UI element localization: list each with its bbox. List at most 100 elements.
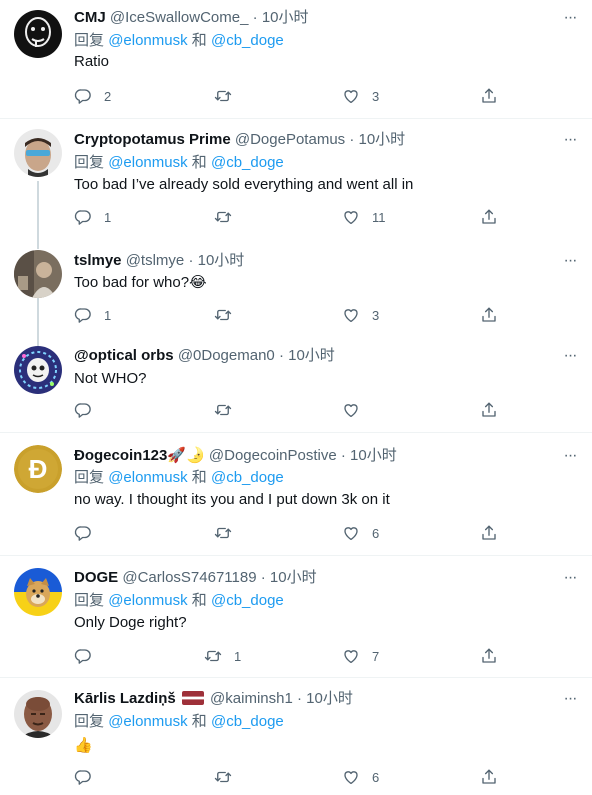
retweet-button[interactable] [214, 400, 244, 420]
conjunction: 和 [191, 469, 207, 486]
avatar[interactable] [14, 129, 62, 177]
more-icon[interactable]: ··· [560, 130, 580, 150]
like-button[interactable] [342, 400, 372, 420]
reply-button[interactable]: 2 [74, 86, 111, 106]
reply-button[interactable] [74, 400, 104, 420]
thread-line [37, 181, 39, 241]
timestamp[interactable]: 10小时 [270, 569, 317, 586]
retweet-button[interactable] [214, 207, 244, 227]
handle[interactable]: @DogePotamus [235, 131, 345, 148]
timestamp[interactable]: 10小时 [359, 131, 406, 148]
avatar[interactable]: Ð [14, 445, 62, 493]
mention-link[interactable]: @cb_doge [211, 713, 284, 730]
retweet-button[interactable]: 1 [204, 646, 241, 666]
share-button[interactable] [480, 86, 498, 106]
more-icon[interactable]: ··· [560, 446, 580, 466]
avatar[interactable] [14, 250, 62, 298]
handle[interactable]: @IceSwallowCome_ [110, 9, 249, 26]
mention-link[interactable]: @cb_doge [211, 469, 284, 486]
share-button[interactable] [480, 767, 498, 787]
like-count: 3 [372, 88, 380, 104]
reply-icon [74, 208, 92, 226]
retweet-icon [204, 647, 222, 665]
tweet[interactable]: DOGE @CarlosS74671189 · 10小时 ··· 回复 @elo… [0, 556, 592, 677]
tweet[interactable]: Cryptopotamus Prime @DogePotamus · 10小时 … [0, 119, 592, 241]
thread-line [37, 239, 39, 249]
reply-icon [74, 768, 92, 786]
display-name[interactable]: CMJ [74, 9, 106, 26]
reply-count: 2 [104, 88, 112, 104]
tweet[interactable]: Kārlis Lazdiņš @kaiminsh1 · 10小时 ··· 回复 … [0, 678, 592, 795]
handle[interactable]: @CarlosS74671189 [122, 569, 256, 586]
retweet-button[interactable] [214, 767, 244, 787]
mention-link[interactable]: @cb_doge [211, 32, 284, 49]
handle[interactable]: @tslmye [126, 252, 185, 269]
like-button[interactable]: 11 [342, 207, 386, 227]
reply-button[interactable]: 1 [74, 207, 111, 227]
handle[interactable]: @kaiminsh1 [210, 690, 293, 707]
timestamp[interactable]: 10小时 [198, 252, 245, 269]
more-icon[interactable]: ··· [560, 568, 580, 588]
replying-to: 回复 @elonmusk 和 @cb_doge [74, 591, 284, 611]
reply-button[interactable] [74, 767, 104, 787]
share-button[interactable] [480, 646, 498, 666]
share-icon [480, 87, 498, 105]
display-name[interactable]: Kārlis Lazdiņš [74, 690, 176, 707]
mention-link[interactable]: @elonmusk [108, 713, 187, 730]
reply-button[interactable] [74, 646, 104, 666]
reply-button[interactable]: 1 [74, 305, 111, 325]
mention-link[interactable]: @elonmusk [108, 154, 187, 171]
avatar[interactable] [14, 346, 62, 394]
more-icon[interactable]: ··· [560, 251, 580, 271]
more-icon[interactable]: ··· [560, 689, 580, 709]
retweet-button[interactable] [214, 305, 244, 325]
share-button[interactable] [480, 523, 498, 543]
tweet-text: Only Doge right? [74, 614, 187, 631]
avatar[interactable] [14, 568, 62, 616]
reply-button[interactable] [74, 523, 104, 543]
tweet[interactable]: tslmye @tslmye · 10小时 ··· Too bad for wh… [0, 239, 592, 336]
reply-icon [74, 306, 92, 324]
like-button[interactable]: 3 [342, 86, 379, 106]
retweet-button[interactable] [214, 86, 244, 106]
tweet[interactable]: CMJ @IceSwallowCome_ · 10小时 ··· 回复 @elon… [0, 0, 592, 118]
timestamp[interactable]: 10小时 [306, 690, 353, 707]
display-name[interactable]: DOGE [74, 569, 118, 586]
tweet[interactable]: Ð Ðogecoin123🚀🌛 @DogecoinPostive · 10小时 … [0, 433, 592, 555]
mention-link[interactable]: @elonmusk [108, 592, 187, 609]
timestamp[interactable]: 10小时 [288, 347, 335, 364]
tweet[interactable]: @optical orbs @0Dogeman0 · 10小时 ··· Not … [0, 336, 592, 432]
action-bar: 6 [74, 767, 504, 787]
display-name[interactable]: Cryptopotamus Prime [74, 131, 231, 148]
avatar[interactable] [14, 690, 62, 738]
more-icon[interactable]: ··· [560, 346, 580, 366]
more-icon[interactable]: ··· [560, 8, 580, 28]
avatar[interactable] [14, 10, 62, 58]
timestamp[interactable]: 10小时 [350, 447, 397, 464]
mention-link[interactable]: @cb_doge [211, 592, 284, 609]
dot-separator: · [340, 447, 346, 464]
like-button[interactable]: 6 [342, 523, 379, 543]
display-name[interactable]: Ðogecoin123🚀🌛 [74, 447, 205, 464]
display-name[interactable]: @optical orbs [74, 347, 174, 364]
like-count: 6 [372, 769, 380, 785]
retweet-button[interactable] [214, 523, 244, 543]
mention-link[interactable]: @elonmusk [108, 469, 187, 486]
tweet-header: CMJ @IceSwallowCome_ · 10小时 [74, 8, 309, 28]
handle[interactable]: @0Dogeman0 [178, 347, 275, 364]
handle[interactable]: @DogecoinPostive [209, 447, 337, 464]
share-button[interactable] [480, 400, 498, 420]
timestamp[interactable]: 10小时 [262, 9, 309, 26]
like-button[interactable]: 3 [342, 305, 379, 325]
share-button[interactable] [480, 305, 498, 325]
replying-to: 回复 @elonmusk 和 @cb_doge [74, 468, 284, 488]
conjunction: 和 [191, 32, 207, 49]
display-name[interactable]: tslmye [74, 252, 122, 269]
like-button[interactable]: 7 [342, 646, 379, 666]
share-button[interactable] [480, 207, 498, 227]
mention-link[interactable]: @elonmusk [108, 32, 187, 49]
share-icon [480, 768, 498, 786]
retweet-icon [214, 524, 232, 542]
mention-link[interactable]: @cb_doge [211, 154, 284, 171]
like-button[interactable]: 6 [342, 767, 379, 787]
